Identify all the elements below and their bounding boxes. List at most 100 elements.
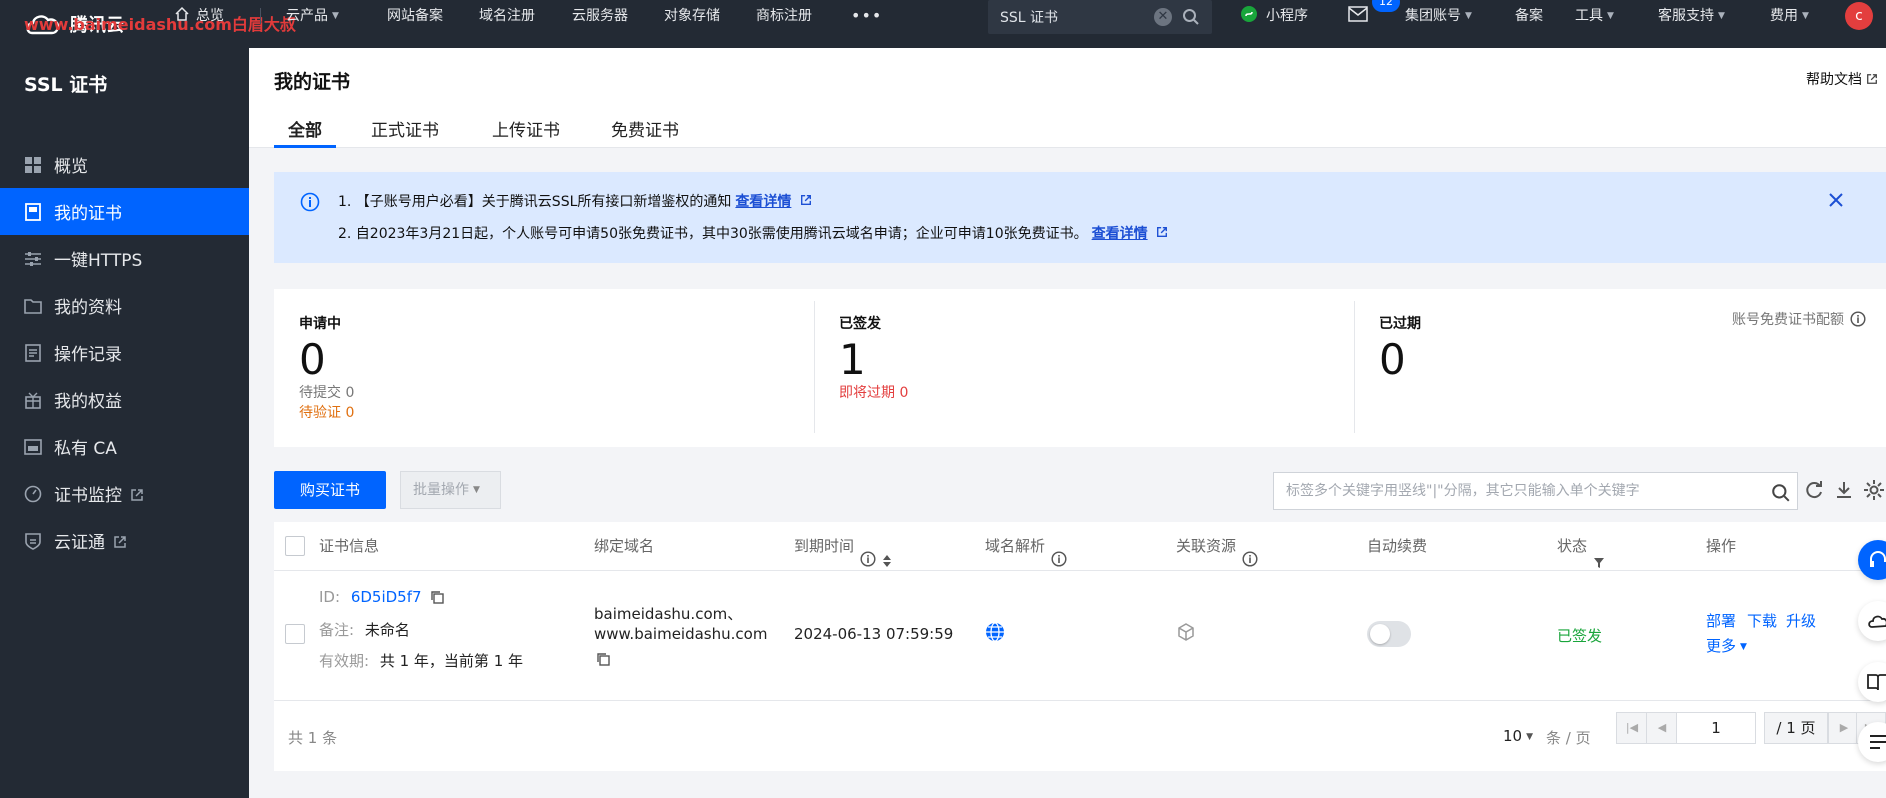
monitor-icon	[24, 485, 42, 503]
tab-official[interactable]: 正式证书	[371, 116, 439, 148]
select-all-checkbox[interactable]	[285, 536, 305, 556]
prev-page-button[interactable]: ◀	[1646, 712, 1678, 744]
search-icon[interactable]	[1771, 481, 1791, 502]
certificate-icon	[24, 202, 42, 221]
tab-uploaded[interactable]: 上传证书	[492, 116, 560, 148]
auto-renew-toggle[interactable]	[1367, 621, 1411, 647]
header-divider	[274, 570, 1886, 571]
nav-trademark[interactable]: 商标注册	[756, 0, 812, 32]
external-link-icon	[1866, 73, 1878, 85]
clear-icon[interactable]: ✕	[1154, 8, 1172, 26]
total-count: 共 1 条	[288, 729, 338, 747]
notice-banner: 1. 【子账号用户必看】关于腾讯云SSL所有接口新增鉴权的通知 查看详情 2. 自…	[274, 172, 1886, 263]
cube-icon[interactable]	[1176, 622, 1196, 642]
sidebar-item-cert-monitor[interactable]: 证书监控	[0, 470, 249, 517]
cloud-icon	[1867, 612, 1886, 630]
nav-tools-label: 工具	[1575, 8, 1603, 24]
notice-detail-link-1[interactable]: 查看详情	[735, 194, 791, 210]
help-docs-link[interactable]: 帮助文档	[1806, 69, 1878, 89]
download-icon[interactable]	[1832, 478, 1856, 502]
nav-overview-label: 总览	[196, 8, 224, 24]
tab-all[interactable]: 全部	[274, 116, 336, 148]
nav-beian[interactable]: 备案	[1515, 0, 1543, 32]
deploy-link[interactable]: 部署	[1706, 610, 1736, 631]
sidebar-item-operation-log[interactable]: 操作记录	[0, 329, 249, 376]
sliders-icon	[24, 250, 42, 268]
sidebar-title: SSL 证书	[24, 74, 108, 96]
sidebar-item-overview[interactable]: 概览	[0, 141, 249, 188]
free-quota-link[interactable]: 账号免费证书配额	[1732, 309, 1866, 329]
page-number-input[interactable]: 1	[1676, 712, 1756, 744]
list-icon	[1868, 733, 1886, 751]
cert-id-link[interactable]: 6D5iD5f7	[351, 588, 422, 606]
search-icon[interactable]	[1182, 8, 1200, 26]
row-checkbox[interactable]	[285, 624, 305, 644]
sidebar-item-label: 操作记录	[54, 345, 122, 365]
sidebar-item-label: 概览	[54, 157, 88, 177]
batch-operations-button[interactable]: 批量操作 ▼	[400, 471, 501, 509]
sidebar-item-my-certificates[interactable]: 我的证书	[0, 188, 249, 235]
page-title: 我的证书	[274, 71, 351, 93]
folder-icon	[24, 297, 42, 315]
sidebar-item-label: 云证通	[54, 533, 105, 553]
settings-icon[interactable]	[1862, 478, 1886, 502]
nav-group-account[interactable]: 集团账号 ▼	[1405, 0, 1472, 32]
global-search-input[interactable]: SSL 证书	[1000, 7, 1154, 27]
nav-more-button[interactable]: •••	[851, 0, 882, 32]
external-link-icon	[1156, 226, 1168, 238]
copy-icon[interactable]	[430, 590, 445, 604]
nav-domain-registration[interactable]: 域名注册	[479, 0, 535, 32]
stat-expired[interactable]: 已过期 0	[1379, 313, 1421, 383]
tab-free[interactable]: 免费证书	[611, 116, 679, 148]
stat-issued[interactable]: 已签发 1 即将过期 0	[839, 313, 908, 403]
avatar[interactable]: c	[1845, 2, 1873, 30]
stat-expired-label: 已过期	[1379, 316, 1421, 332]
nav-miniprogram[interactable]: 小程序	[1240, 0, 1308, 32]
brand-logo[interactable]: 腾讯云	[24, 0, 124, 48]
refresh-icon[interactable]	[1802, 478, 1826, 502]
nav-fees[interactable]: 费用 ▼	[1770, 0, 1809, 32]
nav-website-beian[interactable]: 网站备案	[387, 0, 443, 32]
ca-icon	[24, 438, 42, 456]
certificate-table: 证书信息 绑定域名 到期时间 域名解析 关联资源 自动续费 状态 操作 ID: …	[274, 522, 1886, 771]
buy-certificate-button[interactable]: 购买证书	[274, 471, 386, 509]
sidebar-item-yunzhengtong[interactable]: 云证通	[0, 517, 249, 564]
first-page-button[interactable]: |◀	[1616, 712, 1648, 744]
sidebar-item-my-materials[interactable]: 我的资料	[0, 282, 249, 329]
free-quota-label: 账号免费证书配额	[1732, 312, 1844, 328]
status-badge: 已签发	[1557, 627, 1603, 645]
info-icon	[1051, 538, 1067, 567]
nav-tools[interactable]: 工具 ▼	[1575, 0, 1614, 32]
column-header-expire-label: 到期时间	[794, 537, 855, 555]
sidebar-item-private-ca[interactable]: 私有 CA	[0, 423, 249, 470]
top-navbar: 腾讯云 www.baimeidashu.com白眉大叔 总览 云产品 ▼ 网站备案…	[0, 0, 1886, 48]
sidebar-item-my-benefits[interactable]: 我的权益	[0, 376, 249, 423]
column-header-expire[interactable]: 到期时间	[794, 522, 892, 570]
close-icon[interactable]	[1826, 190, 1846, 210]
page-size-select[interactable]: 10 ▼	[1503, 727, 1533, 745]
nav-support[interactable]: 客服支持 ▼	[1658, 0, 1725, 32]
more-actions-link[interactable]: 更多 ▼	[1706, 635, 1747, 656]
globe-icon[interactable]	[985, 622, 1005, 642]
bound-domain-1: baimeidashu.com、	[594, 605, 743, 623]
nav-overview[interactable]: 总览	[174, 0, 224, 32]
cert-note: 备注: 未命名	[319, 619, 410, 640]
stat-applying[interactable]: 申请中 0 待提交 0 待验证 0	[299, 313, 354, 423]
nav-messages[interactable]	[1348, 0, 1368, 32]
external-link-icon	[800, 194, 812, 206]
sidebar-item-one-click-https[interactable]: 一键HTTPS	[0, 235, 249, 282]
nav-object-storage[interactable]: 对象存储	[664, 0, 720, 32]
stat-issued-value: 1	[839, 335, 866, 384]
nav-cloud-products[interactable]: 云产品 ▼	[286, 0, 339, 32]
certificate-search-input[interactable]: 标签多个关键字用竖线"|"分隔，其它只能输入单个关键字	[1273, 472, 1798, 510]
nav-cloud-server[interactable]: 云服务器	[572, 0, 628, 32]
notice-detail-link-2[interactable]: 查看详情	[1092, 226, 1148, 242]
filter-icon[interactable]	[1593, 540, 1605, 568]
copy-icon[interactable]	[596, 652, 610, 666]
upgrade-link[interactable]: 升级	[1786, 610, 1816, 631]
document-icon	[24, 343, 42, 362]
column-header-status[interactable]: 状态	[1557, 522, 1605, 570]
download-link[interactable]: 下载	[1747, 610, 1777, 631]
sort-icon[interactable]	[882, 539, 892, 567]
global-search[interactable]: SSL 证书 ✕	[988, 0, 1212, 34]
